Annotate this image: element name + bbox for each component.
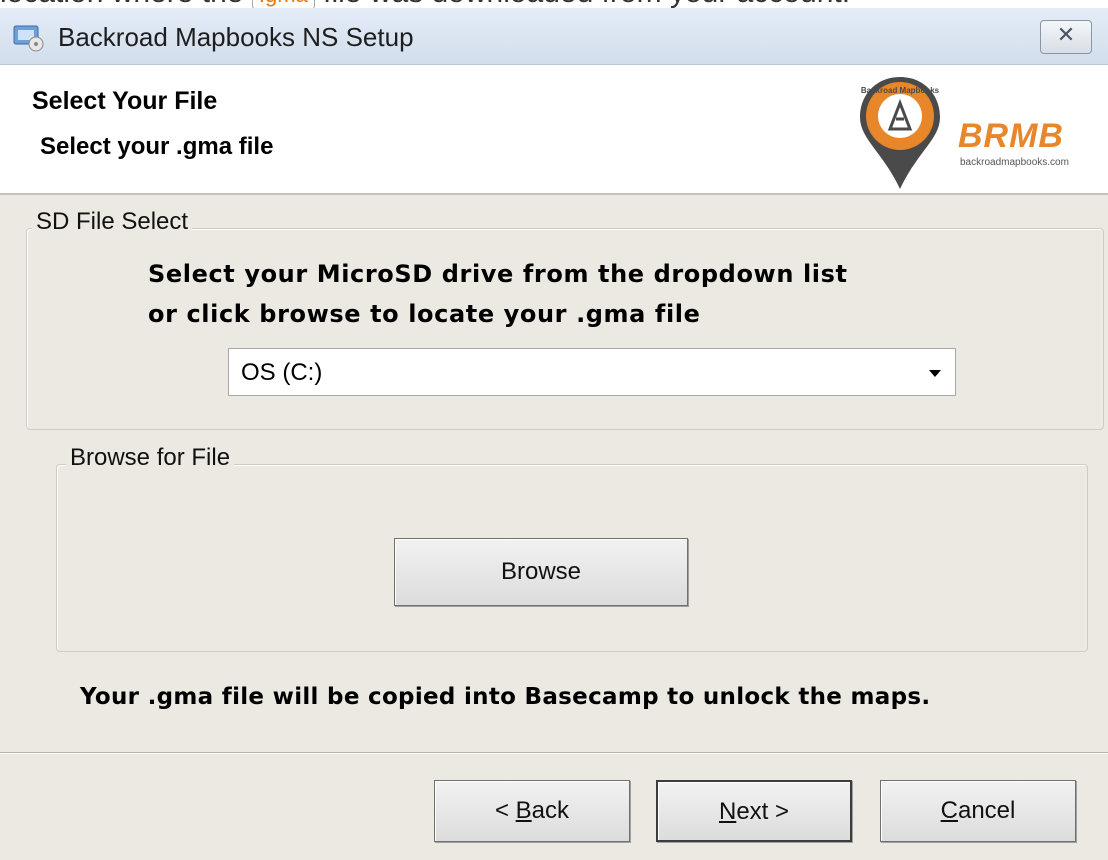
instruction-line-1: Select your MicroSD drive from the dropd… (148, 260, 848, 288)
copy-note: Your .gma file will be copied into Basec… (80, 684, 931, 710)
cancel-mnemonic: C (940, 797, 958, 824)
cancel-rest: ancel (957, 797, 1016, 824)
instruction-line-2: or click browse to locate your .gma file (148, 300, 701, 328)
window-title: Backroad Mapbooks NS Setup (58, 22, 414, 52)
next-mnemonic: N (718, 798, 737, 825)
browse-for-file-label: Browse for File (66, 444, 235, 472)
caption-crop: location where the .gma file was downloa… (0, 0, 1108, 8)
title-bar: Backroad Mapbooks NS Setup ✕ (0, 8, 1108, 65)
logo-badge-text: Backroad Mapbooks (861, 86, 940, 95)
sd-file-select-label: SD File Select (32, 208, 193, 236)
page-subtitle: Select your .gma file (40, 133, 274, 160)
close-button[interactable]: ✕ (1040, 20, 1092, 54)
caption-prefix: location where the (0, 0, 244, 8)
drive-select-value: OS (C:) (241, 359, 323, 386)
caption-suffix: file was downloaded from your account. (323, 0, 850, 8)
back-mnemonic: B (515, 797, 532, 824)
caption-text: location where the .gma file was downloa… (0, 0, 850, 8)
back-rest: ack (531, 797, 570, 824)
gma-chip: .gma (251, 0, 315, 8)
installer-icon (13, 25, 44, 52)
brmb-logo: Backroad Mapbooks BRMB backroadmapbooks.… (858, 73, 1098, 191)
logo-brand: BRMB (958, 117, 1064, 155)
next-button[interactable]: Next > (656, 780, 852, 842)
footer-divider (0, 752, 1108, 754)
cancel-button[interactable]: Cancel (880, 780, 1076, 842)
logo-url: backroadmapbooks.com (960, 157, 1069, 168)
wizard-header: Select Your File Select your .gma file B… (0, 65, 1108, 195)
back-prefix: < (494, 797, 516, 824)
setup-window: Backroad Mapbooks NS Setup ✕ Select Your… (0, 8, 1108, 860)
back-button[interactable]: < Back (434, 780, 630, 842)
chevron-down-icon[interactable] (929, 370, 941, 377)
browse-button[interactable]: Browse (394, 538, 688, 606)
drive-select[interactable]: OS (C:) (228, 348, 956, 396)
instruction-text: Select your MicroSD drive from the dropd… (148, 254, 848, 334)
page-title: Select Your File (32, 87, 218, 115)
next-rest: ext > (736, 798, 790, 825)
